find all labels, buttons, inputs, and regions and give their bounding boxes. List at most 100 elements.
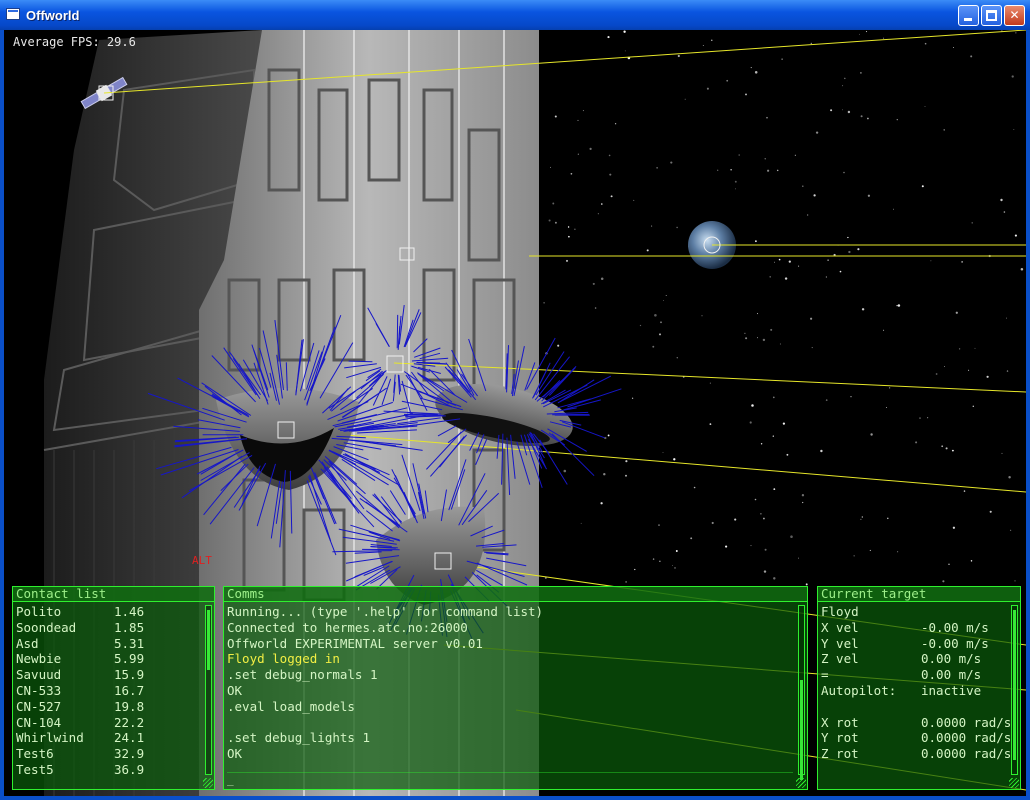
maximize-button[interactable] xyxy=(981,5,1002,26)
target-stat-value: 0.00 m/s xyxy=(921,651,982,667)
contact-list-scroll-thumb[interactable] xyxy=(207,610,210,670)
contact-list-panel: Contact list Polito 1.46 Soondead 1.85 Asd 5.… xyxy=(12,586,215,790)
title-bar[interactable]: Offworld ✕ xyxy=(0,0,1030,30)
contact-distance: 16.7 xyxy=(114,682,145,698)
target-stat-row: X vel -0.00 m/s xyxy=(821,620,1017,636)
contact-name: CN-104 xyxy=(16,714,62,730)
contact-name: Newbie xyxy=(16,651,62,667)
contact-list-title[interactable]: Contact list xyxy=(13,587,214,602)
contact-row[interactable]: CN-533 16.7 xyxy=(16,683,211,699)
contact-name: Test6 xyxy=(16,746,54,762)
current-target-resize-grip[interactable] xyxy=(1009,778,1019,788)
starfield xyxy=(543,30,1024,590)
minimize-icon xyxy=(964,18,972,21)
fps-counter: Average FPS: 29.6 xyxy=(13,35,136,49)
target-stat-label: = xyxy=(821,667,829,683)
target-stat-row: Y vel -0.00 m/s xyxy=(821,636,1017,652)
contact-name: CN-533 xyxy=(16,682,62,698)
current-target-info: Floyd X vel -0.00 m/s Y vel -0.00 m/s Z vel 0… xyxy=(818,602,1020,764)
contact-distance: 15.9 xyxy=(114,667,145,683)
contact-distance: 1.85 xyxy=(114,619,145,635)
contact-distance: 5.31 xyxy=(114,635,145,651)
comms-scroll-thumb[interactable] xyxy=(800,680,803,780)
contact-name: CN-527 xyxy=(16,698,62,714)
contact-distance: 36.9 xyxy=(114,761,145,777)
target-stat-label: Z vel xyxy=(821,651,859,667)
contact-distance: 22.2 xyxy=(114,714,145,730)
contact-row[interactable]: Asd 5.31 xyxy=(16,636,211,652)
target-stats: X vel -0.00 m/s Y vel -0.00 m/s Z vel 0.00 m/… xyxy=(821,620,1017,762)
contact-row[interactable]: Test6 32.9 xyxy=(16,746,211,762)
comms-panel: Comms Running... (type '.help' for comma… xyxy=(223,586,808,790)
target-stat-value: 0.0000 rad/s xyxy=(921,746,1012,762)
contact-distance: 24.1 xyxy=(114,730,145,746)
comms-log: Running... (type '.help' for command lis… xyxy=(224,602,807,764)
altitude-marker: ALT xyxy=(192,554,212,567)
contact-row[interactable]: Whirlwind 24.1 xyxy=(16,730,211,746)
comms-scrollbar[interactable] xyxy=(798,605,805,780)
target-name: Floyd xyxy=(821,604,859,619)
target-stat-row: = 0.00 m/s xyxy=(821,667,1017,683)
comms-input[interactable]: _ xyxy=(227,772,793,786)
comms-line: Offworld EXPERIMENTAL server v0.01 xyxy=(227,635,483,651)
contact-row[interactable]: Polito 1.46 xyxy=(16,604,211,620)
contact-row[interactable]: Test5 36.9 xyxy=(16,762,211,778)
comms-line: OK xyxy=(227,746,243,762)
minimize-button[interactable] xyxy=(958,5,979,26)
contact-name: Savuud xyxy=(16,667,62,683)
comms-line: Floyd logged in xyxy=(227,651,340,667)
comms-line: .set debug_lights 1 xyxy=(227,730,370,746)
target-stat-row: Z rot 0.0000 rad/s xyxy=(821,746,1017,762)
contact-list: Polito 1.46 Soondead 1.85 Asd 5.31 Newbie 5.99 S… xyxy=(13,602,214,780)
contact-distance: 32.9 xyxy=(114,746,145,762)
target-stat-label: Autopilot: xyxy=(821,682,897,698)
comms-line: Running... (type '.help' for command lis… xyxy=(227,604,544,619)
target-stat-value: 0.0000 rad/s xyxy=(921,714,1012,730)
current-target-scroll-thumb[interactable] xyxy=(1013,610,1016,760)
comms-line: Connected to hermes.atc.no:26000 xyxy=(227,619,468,635)
comms-title[interactable]: Comms xyxy=(224,587,807,602)
target-stat-label: Y rot xyxy=(821,730,859,746)
contact-list-scrollbar[interactable] xyxy=(205,605,212,775)
target-stat-value: -0.00 m/s xyxy=(921,635,989,651)
contact-name: Test5 xyxy=(16,761,54,777)
contact-list-resize-grip[interactable] xyxy=(203,778,213,788)
contact-row[interactable]: Soondead 1.85 xyxy=(16,620,211,636)
current-target-scrollbar[interactable] xyxy=(1011,605,1018,775)
contact-name: Whirlwind xyxy=(16,730,84,746)
comms-resize-grip[interactable] xyxy=(796,778,806,788)
contact-row[interactable]: CN-527 19.8 xyxy=(16,699,211,715)
contact-row[interactable]: Savuud 15.9 xyxy=(16,667,211,683)
target-stat-value: 0.00 m/s xyxy=(921,667,982,683)
contact-distance: 5.99 xyxy=(114,651,145,667)
target-stat-label: Z rot xyxy=(821,746,859,762)
contact-distance: 19.8 xyxy=(114,698,145,714)
target-stat-label: X vel xyxy=(821,619,859,635)
close-icon: ✕ xyxy=(1009,8,1020,22)
comms-line xyxy=(227,715,804,731)
maximize-icon xyxy=(986,10,997,21)
current-target-title[interactable]: Current target xyxy=(818,587,1020,602)
target-stat-row: Z vel 0.00 m/s xyxy=(821,651,1017,667)
contact-name: Soondead xyxy=(16,619,77,635)
contact-name: Asd xyxy=(16,635,39,651)
contact-name: Polito xyxy=(16,604,62,619)
target-stat-label: Y vel xyxy=(821,635,859,651)
contact-row[interactable]: Newbie 5.99 xyxy=(16,651,211,667)
contact-row[interactable]: CN-104 22.2 xyxy=(16,715,211,731)
game-window: Offworld ✕ Average FPS: 29.6 ALT Contact… xyxy=(0,0,1030,800)
target-stat-row xyxy=(821,699,1017,715)
target-stat-label: X rot xyxy=(821,714,859,730)
current-target-panel: Current target Floyd X vel -0.00 m/s Y vel… xyxy=(817,586,1021,790)
target-stat-row: Autopilot: inactive xyxy=(821,683,1017,699)
window-title: Offworld xyxy=(26,8,80,23)
game-viewport[interactable]: Average FPS: 29.6 ALT Contact list Polit… xyxy=(4,30,1026,796)
target-stat-value: 0.0000 rad/s xyxy=(921,730,1012,746)
contact-distance: 1.46 xyxy=(114,604,145,619)
comms-line: OK xyxy=(227,682,243,698)
target-stat-row: X rot 0.0000 rad/s xyxy=(821,715,1017,731)
target-stat-value: inactive xyxy=(921,682,982,698)
comms-line: .eval load_models xyxy=(227,698,355,714)
comms-line: .set debug_normals 1 xyxy=(227,667,378,683)
close-button[interactable]: ✕ xyxy=(1004,5,1025,26)
